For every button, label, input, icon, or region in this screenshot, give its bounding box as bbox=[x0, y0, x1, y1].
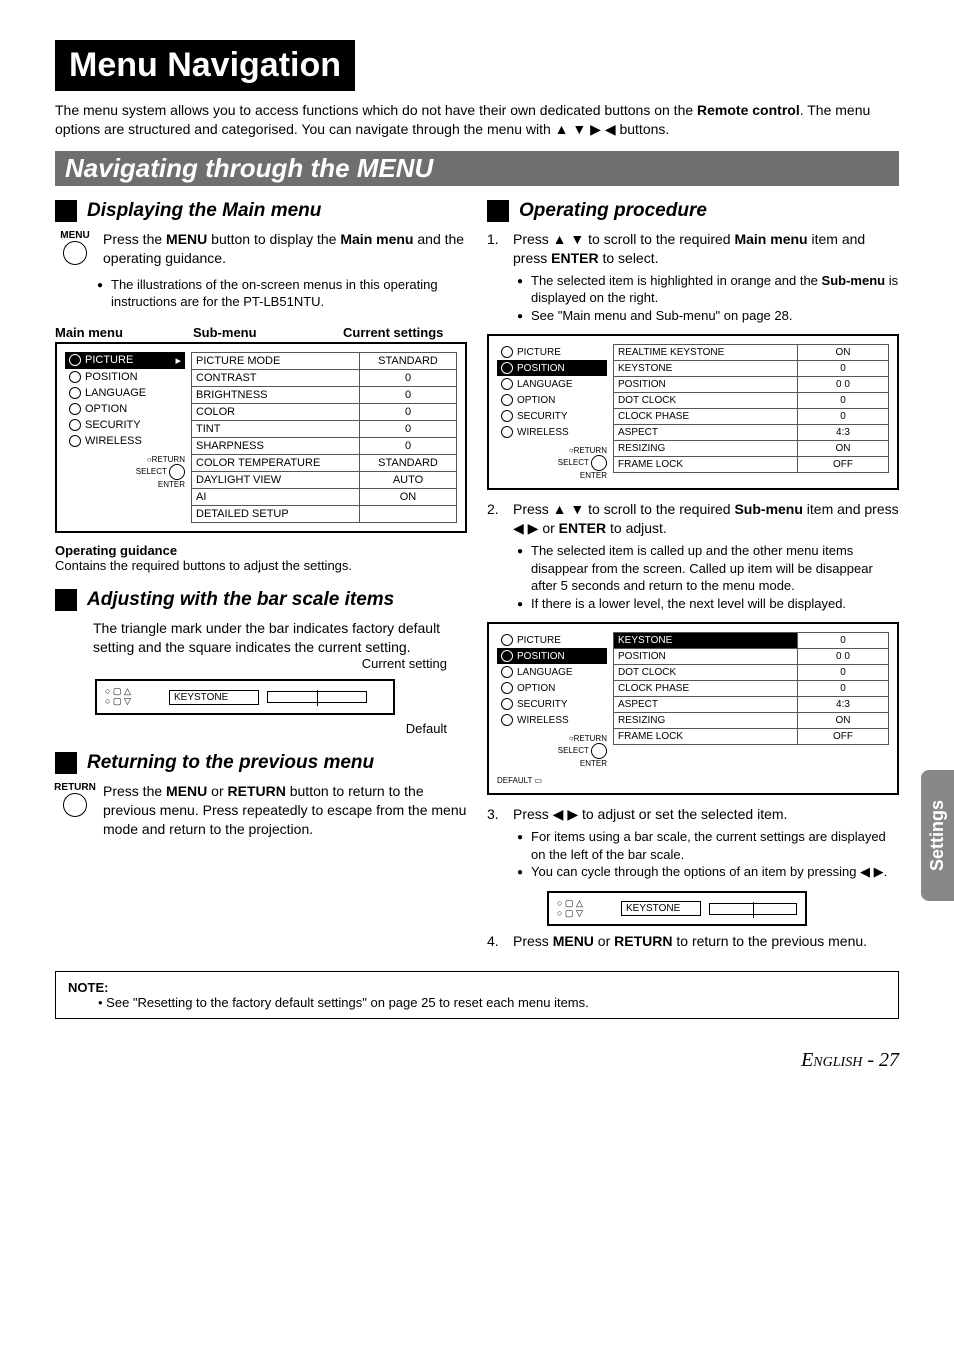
bullet-square bbox=[55, 752, 77, 774]
operating-guidance-text: Contains the required buttons to adjust … bbox=[55, 558, 467, 573]
d2-position: POSITION bbox=[497, 648, 607, 664]
step1-bullet2: See "Main menu and Sub-menu" on page 28. bbox=[517, 307, 899, 325]
menu-item-position: POSITION bbox=[65, 369, 185, 385]
heading-displaying: Displaying the Main menu bbox=[87, 200, 321, 222]
label-main-menu: Main menu bbox=[55, 325, 163, 340]
menu-diagram-step2: PICTURE POSITION LANGUAGE OPTION SECURIT… bbox=[487, 622, 899, 795]
menu-button-icon: MENU bbox=[55, 230, 95, 268]
page-footer: English - 27 bbox=[55, 1049, 899, 1072]
menu-item-language: LANGUAGE bbox=[65, 385, 185, 401]
menu-item-wireless: WIRELESS bbox=[65, 433, 185, 449]
step1-bullet1: The selected item is highlighted in oran… bbox=[517, 272, 899, 307]
bullet-square bbox=[487, 200, 509, 222]
d1-security: SECURITY bbox=[497, 408, 607, 424]
d1-language: LANGUAGE bbox=[497, 376, 607, 392]
intro-text: The menu system allows you to access fun… bbox=[55, 101, 899, 139]
submenu-row: POSITION0 0 bbox=[613, 649, 889, 665]
heading-adjusting: Adjusting with the bar scale items bbox=[87, 589, 394, 611]
note-box: NOTE: • See "Resetting to the factory de… bbox=[55, 971, 899, 1019]
note-illustrations: The illustrations of the on-screen menus… bbox=[97, 276, 467, 311]
keystone-diagram: ○ ▢ △○ ▢ ▽ KEYSTONE bbox=[95, 679, 395, 715]
page-title: Menu Navigation bbox=[55, 40, 355, 91]
keystone-diagram-2: ○ ▢ △○ ▢ ▽ KEYSTONE bbox=[547, 891, 807, 927]
nav-hint: ○RETURN SELECT ENTER bbox=[65, 455, 185, 489]
submenu-row: KEYSTONE0 bbox=[613, 361, 889, 377]
step-1: Press ▲ ▼ to scroll to the required Main… bbox=[513, 230, 899, 268]
menu-item-security: SECURITY bbox=[65, 417, 185, 433]
submenu-row: ASPECT4:3 bbox=[613, 425, 889, 441]
note-text: See "Resetting to the factory default se… bbox=[106, 995, 589, 1010]
left-column: Displaying the Main menu MENU Press the … bbox=[55, 200, 467, 956]
bullet-square bbox=[55, 200, 77, 222]
return-button-icon: RETURN bbox=[55, 782, 95, 839]
menu-item-option: OPTION bbox=[65, 401, 185, 417]
heading-operating-procedure: Operating procedure bbox=[519, 200, 707, 222]
submenu-row: DETAILED SETUP bbox=[191, 506, 457, 523]
section-heading: Navigating through the MENU bbox=[55, 151, 899, 186]
step3-bullet2: You can cycle through the options of an … bbox=[517, 863, 899, 881]
submenu-row: BRIGHTNESS0 bbox=[191, 387, 457, 404]
submenu-row: CONTRAST0 bbox=[191, 370, 457, 387]
label-sub-menu: Sub-menu bbox=[193, 325, 313, 340]
submenu-row: FRAME LOCKOFF bbox=[613, 457, 889, 473]
submenu-row: KEYSTONE0 bbox=[613, 632, 889, 649]
step2-bullet2: If there is a lower level, the next leve… bbox=[517, 595, 899, 613]
submenu-row: COLOR TEMPERATURESTANDARD bbox=[191, 455, 457, 472]
menu-diagram-main: PICTURE▸ POSITION LANGUAGE OPTION SECURI… bbox=[55, 342, 467, 533]
step3-bullet1: For items using a bar scale, the current… bbox=[517, 828, 899, 863]
submenu-row: CLOCK PHASE0 bbox=[613, 681, 889, 697]
submenu-row: POSITION0 0 bbox=[613, 377, 889, 393]
menu-label: MENU bbox=[60, 230, 89, 241]
d2-security: SECURITY bbox=[497, 696, 607, 712]
submenu-row: RESIZINGON bbox=[613, 441, 889, 457]
intro-a: The menu system allows you to access fun… bbox=[55, 102, 697, 118]
nav-hint: ○RETURN SELECT ENTER bbox=[497, 734, 607, 768]
d2-option: OPTION bbox=[497, 680, 607, 696]
intro-b: Remote control bbox=[697, 102, 800, 118]
step-2: Press ▲ ▼ to scroll to the required Sub-… bbox=[513, 500, 899, 538]
side-tab-settings: Settings bbox=[921, 770, 954, 901]
submenu-row: FRAME LOCKOFF bbox=[613, 729, 889, 745]
submenu-row: PICTURE MODESTANDARD bbox=[191, 352, 457, 370]
default-label: Default bbox=[55, 721, 447, 736]
keystone-box: KEYSTONE bbox=[621, 901, 701, 916]
default-hint: DEFAULT ▭ bbox=[497, 776, 607, 785]
current-setting-label: Current setting bbox=[55, 656, 447, 671]
step2-bullet1: The selected item is called up and the o… bbox=[517, 542, 899, 595]
submenu-row: SHARPNESS0 bbox=[191, 438, 457, 455]
nav-hint: ○RETURN SELECT ENTER bbox=[497, 446, 607, 480]
d2-wireless: WIRELESS bbox=[497, 712, 607, 728]
displaying-desc: Press the MENU button to display the Mai… bbox=[103, 230, 467, 268]
heading-returning: Returning to the previous menu bbox=[87, 752, 374, 774]
d1-option: OPTION bbox=[497, 392, 607, 408]
returning-desc: Press the MENU or RETURN button to retur… bbox=[103, 782, 467, 839]
submenu-row: ASPECT4:3 bbox=[613, 697, 889, 713]
return-label: RETURN bbox=[54, 782, 96, 793]
submenu-row: RESIZINGON bbox=[613, 713, 889, 729]
right-column: Operating procedure 1.Press ▲ ▼ to scrol… bbox=[487, 200, 899, 956]
submenu-row: DAYLIGHT VIEWAUTO bbox=[191, 472, 457, 489]
menu-item-picture: PICTURE▸ bbox=[65, 352, 185, 369]
submenu-row: DOT CLOCK0 bbox=[613, 393, 889, 409]
keystone-box: KEYSTONE bbox=[169, 690, 259, 705]
submenu-row: CLOCK PHASE0 bbox=[613, 409, 889, 425]
adjusting-desc: The triangle mark under the bar indicate… bbox=[93, 619, 467, 657]
label-current-settings: Current settings bbox=[343, 325, 443, 340]
d1-wireless: WIRELESS bbox=[497, 424, 607, 440]
submenu-row: DOT CLOCK0 bbox=[613, 665, 889, 681]
d1-position: POSITION bbox=[497, 360, 607, 376]
d2-language: LANGUAGE bbox=[497, 664, 607, 680]
step-4: Press MENU or RETURN to return to the pr… bbox=[513, 932, 867, 951]
d2-picture: PICTURE bbox=[497, 632, 607, 648]
d1-picture: PICTURE bbox=[497, 344, 607, 360]
submenu-row: AION bbox=[191, 489, 457, 506]
step-3: Press ◀ ▶ to adjust or set the selected … bbox=[513, 805, 787, 824]
operating-guidance-heading: Operating guidance bbox=[55, 543, 467, 558]
note-heading: NOTE: bbox=[68, 980, 108, 995]
submenu-row: TINT0 bbox=[191, 421, 457, 438]
menu-diagram-step1: PICTURE POSITION LANGUAGE OPTION SECURIT… bbox=[487, 334, 899, 490]
submenu-row: REALTIME KEYSTONEON bbox=[613, 344, 889, 361]
bullet-square bbox=[55, 589, 77, 611]
submenu-row: COLOR0 bbox=[191, 404, 457, 421]
